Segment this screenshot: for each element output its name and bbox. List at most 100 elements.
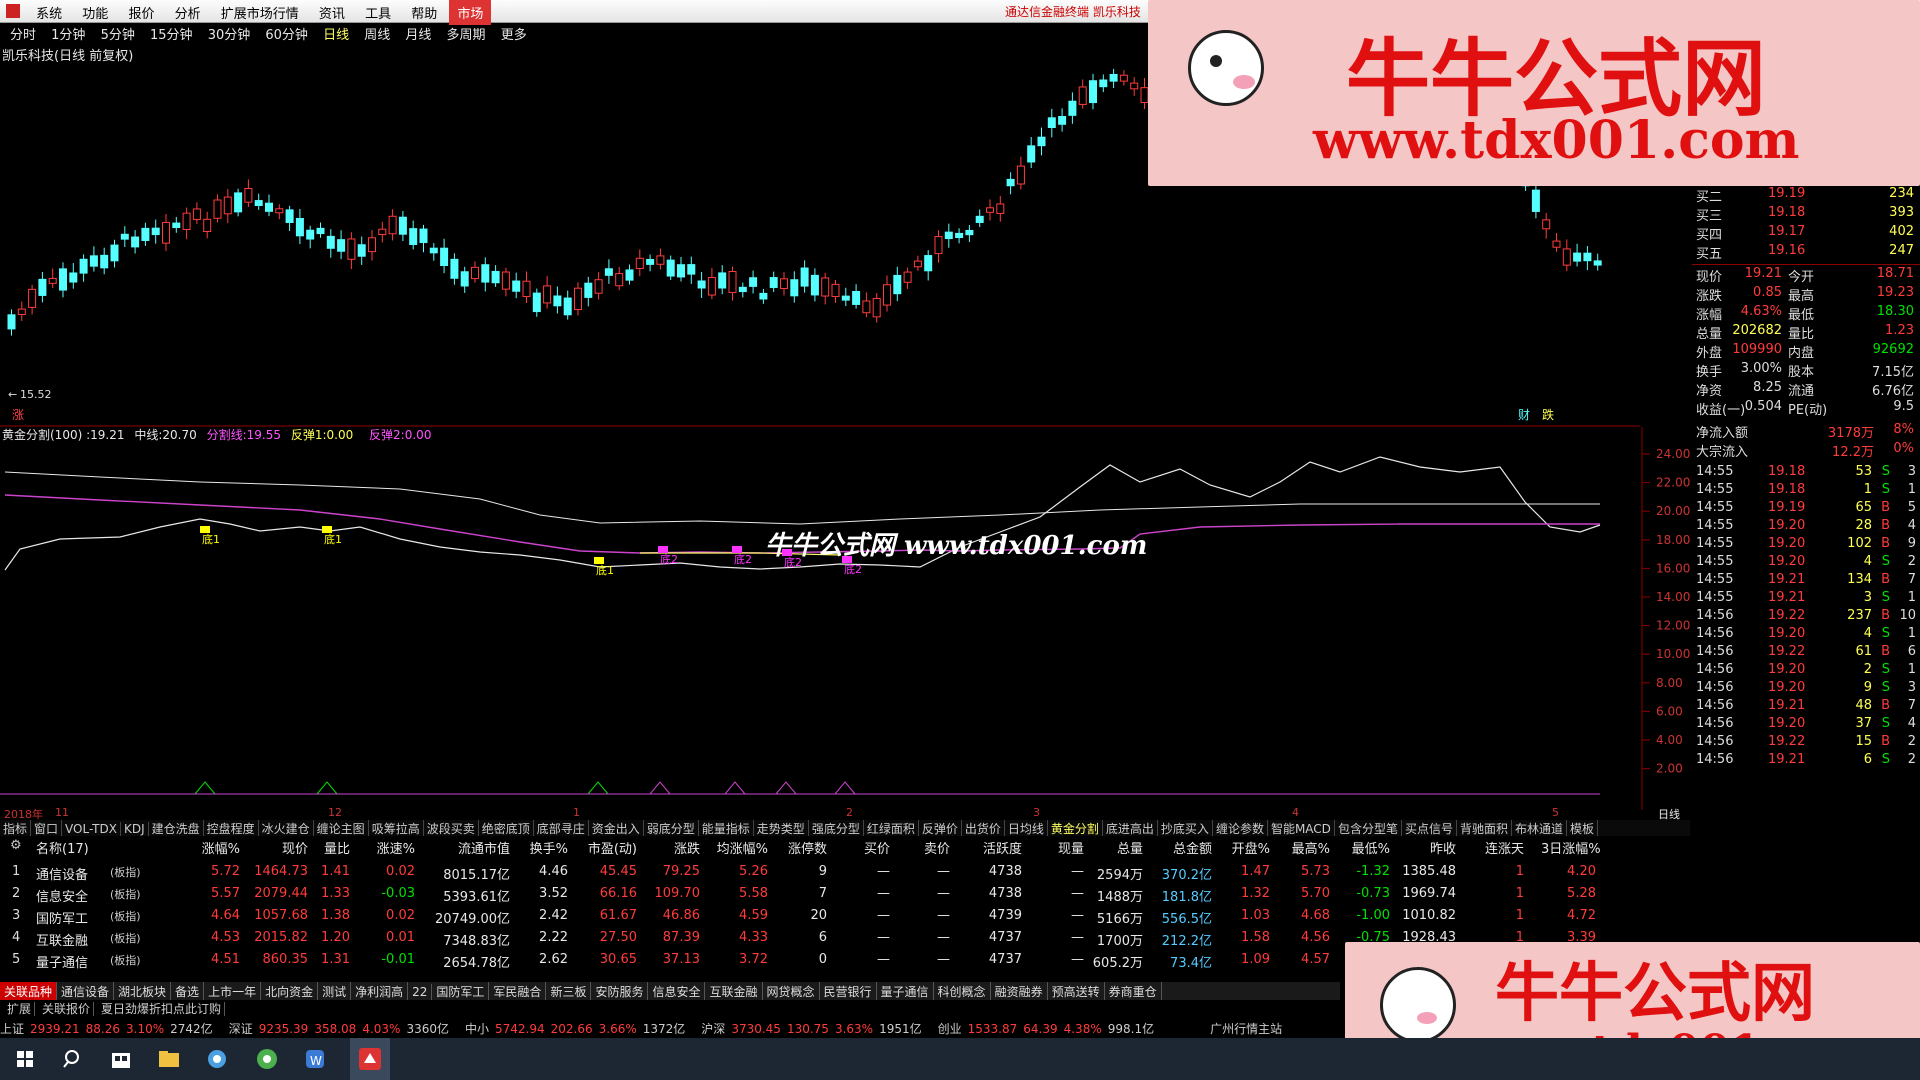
indicator-tab[interactable]: 背驰面积 <box>1457 820 1512 836</box>
bottom-tab[interactable]: 通信设备 <box>57 982 115 1000</box>
windows-start-icon[interactable] <box>10 1044 40 1074</box>
indicator-tab[interactable]: 买点信号 <box>1402 820 1457 836</box>
column-header[interactable]: 涨速% <box>360 838 415 857</box>
index-item[interactable]: 创业 1533.87 64.39 4.38% 998.1亿 <box>938 1022 1160 1036</box>
column-header[interactable]: 现量 <box>1029 838 1084 857</box>
bottom-tab[interactable]: 国防军工 <box>432 982 490 1000</box>
column-header[interactable]: 3日涨幅% <box>1541 838 1601 857</box>
indicator-tab[interactable]: 黄金分割 <box>1048 820 1103 836</box>
column-header[interactable]: 开盘% <box>1215 838 1270 857</box>
period-more[interactable]: 更多 <box>501 24 527 43</box>
indicator-tab[interactable]: 吸筹拉高 <box>369 820 424 836</box>
bottom-tab[interactable]: 科创概念 <box>934 982 991 1000</box>
indicator-tab[interactable]: 冰火建仓 <box>259 820 314 836</box>
table-row[interactable]: 1 通信设备 (板指) 5.72 1464.73 1.41 0.02 8015.17亿 4.46… <box>0 864 1690 886</box>
period-multi[interactable]: 多周期 <box>447 24 486 43</box>
settings-icon[interactable]: ⚙ <box>10 838 22 853</box>
bottom-tab[interactable]: 备选 <box>171 982 205 1000</box>
indicator-tab[interactable]: 出货价 <box>962 820 1005 836</box>
column-header[interactable]: 活跃度 <box>967 838 1022 857</box>
bottom-tab[interactable]: 22 <box>408 984 433 1000</box>
column-header[interactable]: 涨跌 <box>645 838 700 857</box>
indicator-tab[interactable]: 模板 <box>1567 820 1599 836</box>
indicator-tab[interactable]: 底进高出 <box>1103 820 1158 836</box>
bid-row[interactable]: 买四 19.17 402 <box>1692 224 1920 243</box>
indicator-tab[interactable]: 弱底分型 <box>644 820 699 836</box>
column-header[interactable]: 均涨幅% <box>713 838 768 857</box>
sector-name[interactable]: 信息安全 <box>36 886 88 905</box>
bottom-tab[interactable]: 安防服务 <box>591 982 649 1000</box>
menu-help[interactable]: 帮助 <box>403 0 445 25</box>
indicator-tab[interactable]: VOL-TDX <box>62 822 121 836</box>
bottom-tab[interactable]: 预高送转 <box>1048 982 1105 1000</box>
indicator-tab[interactable]: 资金出入 <box>589 820 644 836</box>
column-header[interactable]: 卖价 <box>895 838 950 857</box>
column-header[interactable]: 连涨天 <box>1469 838 1524 857</box>
menu-news[interactable]: 资讯 <box>311 0 353 25</box>
column-header[interactable]: 涨停数 <box>772 838 827 857</box>
column-header[interactable]: 买价 <box>835 838 890 857</box>
menu-market[interactable]: 市场 <box>449 0 492 25</box>
menu-function[interactable]: 功能 <box>74 0 116 25</box>
indicator-tab[interactable]: 抄底买入 <box>1158 820 1213 836</box>
indicator-tab[interactable]: 建仓洗盘 <box>149 820 204 836</box>
tdx-app-icon[interactable] <box>350 1038 390 1080</box>
column-header[interactable]: 名称(17) <box>36 838 89 857</box>
period-60min[interactable]: 60分钟 <box>265 24 308 43</box>
column-header[interactable]: 换手% <box>513 838 568 857</box>
indicator-tab[interactable]: 走势类型 <box>754 820 809 836</box>
column-header[interactable]: 市盈(动) <box>582 838 637 857</box>
index-item[interactable]: 上证 2939.21 88.26 3.10% 2742亿 <box>0 1022 219 1036</box>
bottom-tab-secondary[interactable]: 扩展 <box>4 1002 36 1016</box>
period-daily[interactable]: 日线 <box>323 24 349 43</box>
indicator-tab[interactable]: 指标 <box>0 820 32 836</box>
search-icon[interactable] <box>58 1044 88 1074</box>
index-item[interactable]: 中小 5742.94 202.66 3.66% 1372亿 <box>465 1022 691 1036</box>
table-row[interactable]: 2 信息安全 (板指) 5.57 2079.44 1.33 -0.03 5393.61亿 3.5… <box>0 886 1690 908</box>
golden-split-indicator-chart[interactable]: 24.00 22.00 20.00 18.00 16.00 14.00 12.00 10.00… <box>0 427 1690 810</box>
indicator-tab[interactable]: 红绿面积 <box>864 820 919 836</box>
indicator-tab[interactable]: 反弹价 <box>919 820 962 836</box>
app-icon[interactable] <box>202 1044 232 1074</box>
browser-icon[interactable] <box>252 1044 282 1074</box>
sector-name[interactable]: 国防军工 <box>36 908 88 927</box>
period-monthly[interactable]: 月线 <box>405 24 431 43</box>
column-header[interactable]: 总金额 <box>1157 838 1212 857</box>
bottom-tab[interactable]: 净利润高 <box>351 982 409 1000</box>
column-header[interactable]: 涨幅% <box>185 838 240 857</box>
bottom-tab[interactable]: 北向资金 <box>261 982 319 1000</box>
wps-icon[interactable]: W <box>300 1044 330 1074</box>
menu-system[interactable]: 系统 <box>28 0 70 25</box>
store-icon[interactable] <box>106 1044 136 1074</box>
bottom-tab[interactable]: 信息安全 <box>648 982 706 1000</box>
indicator-tab[interactable]: 控盘程度 <box>204 820 259 836</box>
indicator-tab[interactable]: 包含分型笔 <box>1335 820 1402 836</box>
indicator-tab[interactable]: 窗口 <box>31 820 63 836</box>
indicator-tab[interactable]: 布林通道 <box>1512 820 1567 836</box>
period-intraday[interactable]: 分时 <box>10 24 36 43</box>
bottom-tab[interactable]: 关联品种 <box>0 982 58 1000</box>
indicator-tab[interactable]: 强底分型 <box>809 820 864 836</box>
sector-name[interactable]: 量子通信 <box>36 952 88 971</box>
bottom-tab[interactable]: 融资融券 <box>991 982 1048 1000</box>
bottom-tab[interactable]: 军民融合 <box>489 982 547 1000</box>
indicator-tab[interactable]: KDJ <box>121 822 149 836</box>
file-explorer-icon[interactable] <box>154 1044 184 1074</box>
indicator-tab[interactable]: 底部寻庄 <box>534 820 589 836</box>
indicator-tab[interactable]: 波段买卖 <box>424 820 479 836</box>
period-15min[interactable]: 15分钟 <box>150 24 193 43</box>
index-item[interactable]: 沪深 3730.45 130.75 3.63% 1951亿 <box>701 1022 927 1036</box>
column-header[interactable]: 量比 <box>295 838 350 857</box>
menu-quote[interactable]: 报价 <box>120 0 162 25</box>
bottom-tab[interactable]: 湖北板块 <box>114 982 172 1000</box>
bid-row[interactable]: 买五 19.16 247 <box>1692 243 1920 262</box>
period-weekly[interactable]: 周线 <box>364 24 390 43</box>
indicator-tab[interactable]: 缠论参数 <box>1213 820 1268 836</box>
period-1min[interactable]: 1分钟 <box>51 24 85 43</box>
bid-row[interactable]: 买三 19.18 393 <box>1692 205 1920 224</box>
bottom-tab[interactable]: 新三板 <box>546 982 592 1000</box>
sector-name[interactable]: 互联金融 <box>36 930 88 949</box>
period-5min[interactable]: 5分钟 <box>101 24 135 43</box>
table-row[interactable]: 3 国防军工 (板指) 4.64 1057.68 1.38 0.02 20749.00亿 2.4… <box>0 908 1690 930</box>
indicator-tab[interactable]: 缠论主图 <box>314 820 369 836</box>
